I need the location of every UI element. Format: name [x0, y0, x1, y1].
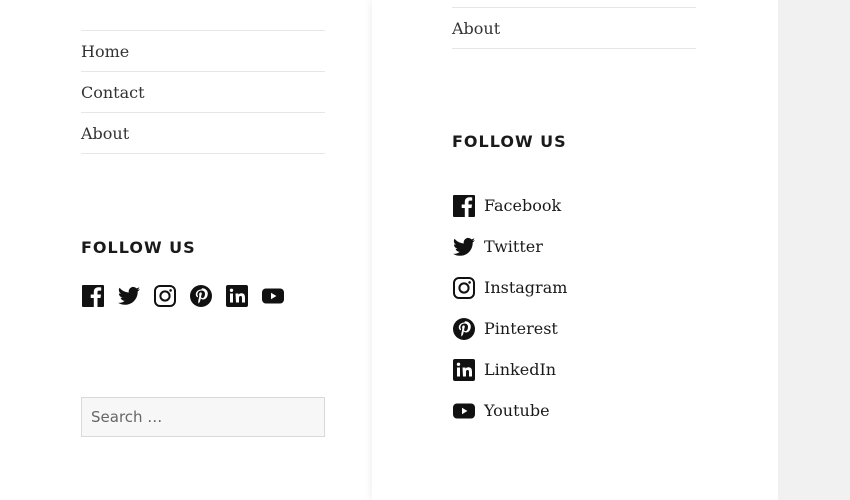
linkedin-icon — [452, 358, 476, 382]
social-link-twitter[interactable]: Twitter — [452, 226, 567, 267]
follow-us-heading: FOLLOW US — [452, 132, 567, 151]
left-menu: Home Contact About — [81, 30, 325, 154]
instagram-icon[interactable] — [153, 284, 177, 308]
social-link-youtube[interactable]: Youtube — [452, 390, 567, 431]
social-link-pinterest[interactable]: Pinterest — [452, 308, 567, 349]
pinterest-icon — [452, 317, 476, 341]
social-link-instagram[interactable]: Instagram — [452, 267, 567, 308]
menu-item-label[interactable]: Contact — [81, 83, 145, 102]
social-link-facebook[interactable]: Facebook — [452, 185, 567, 226]
facebook-icon — [452, 194, 476, 218]
menu-item-home[interactable]: Home — [81, 31, 325, 72]
social-link-label[interactable]: Instagram — [484, 278, 567, 297]
twitter-icon[interactable] — [117, 284, 141, 308]
facebook-icon[interactable] — [81, 284, 105, 308]
linkedin-icon[interactable] — [225, 284, 249, 308]
follow-us-heading: FOLLOW US — [81, 238, 196, 257]
social-link-label[interactable]: Pinterest — [484, 319, 558, 338]
search-input[interactable] — [81, 397, 325, 437]
social-links-list: Facebook Twitter Instagram Pinterest Lin… — [452, 185, 567, 431]
menu-item-about[interactable]: About — [81, 113, 325, 154]
social-link-linkedin[interactable]: LinkedIn — [452, 349, 567, 390]
pinterest-icon[interactable] — [189, 284, 213, 308]
right-menu: About — [452, 7, 696, 49]
social-icons-row — [81, 284, 285, 308]
page-background-strip — [778, 0, 850, 500]
menu-item-label[interactable]: Home — [81, 42, 129, 61]
twitter-icon — [452, 235, 476, 259]
menu-item-contact[interactable]: Contact — [81, 72, 325, 113]
social-link-label[interactable]: LinkedIn — [484, 360, 556, 379]
menu-item-about[interactable]: About — [452, 8, 696, 49]
right-sidebar — [372, 0, 778, 500]
instagram-icon — [452, 276, 476, 300]
youtube-icon[interactable] — [261, 284, 285, 308]
menu-item-label[interactable]: About — [452, 19, 500, 38]
social-link-label[interactable]: Facebook — [484, 196, 561, 215]
social-link-label[interactable]: Twitter — [484, 237, 543, 256]
menu-item-label[interactable]: About — [81, 124, 129, 143]
social-link-label[interactable]: Youtube — [484, 401, 550, 420]
youtube-icon — [452, 399, 476, 423]
